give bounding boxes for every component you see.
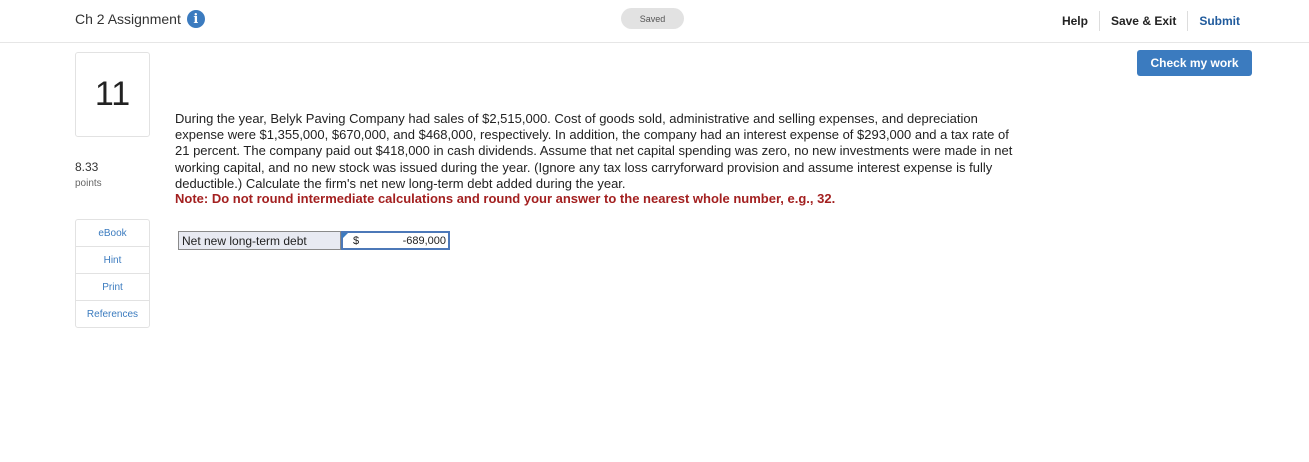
resources-list: eBook Hint Print References xyxy=(75,219,150,328)
answer-value[interactable]: -689,000 xyxy=(367,235,449,247)
ebook-link[interactable]: eBook xyxy=(76,220,149,247)
points-value: 8.33 xyxy=(75,160,99,174)
check-my-work-button[interactable]: Check my work xyxy=(1137,50,1252,76)
submit-link[interactable]: Submit xyxy=(1188,14,1251,28)
print-link[interactable]: Print xyxy=(76,274,149,301)
saved-status-badge: Saved xyxy=(621,8,684,29)
question-note: Note: Do not round intermediate calculat… xyxy=(175,191,836,206)
answer-row: Net new long-term debt $ -689,000 xyxy=(178,231,450,250)
help-link[interactable]: Help xyxy=(1051,14,1099,28)
question-text: During the year, Belyk Paving Company ha… xyxy=(175,111,1013,191)
assignment-header: Ch 2 Assignment i xyxy=(75,10,205,28)
save-exit-link[interactable]: Save & Exit xyxy=(1100,14,1187,28)
info-icon[interactable]: i xyxy=(186,10,205,28)
points-label: points xyxy=(75,178,102,189)
top-bar: Ch 2 Assignment i Saved Help Save & Exit… xyxy=(0,0,1309,43)
question-number: 11 xyxy=(75,52,150,137)
answer-input[interactable]: $ -689,000 xyxy=(341,231,450,250)
flag-icon xyxy=(342,233,348,239)
assignment-title: Ch 2 Assignment xyxy=(75,11,181,27)
top-nav-links: Help Save & Exit Submit xyxy=(1051,11,1251,31)
answer-label: Net new long-term debt xyxy=(178,231,341,250)
references-link[interactable]: References xyxy=(76,301,149,327)
hint-link[interactable]: Hint xyxy=(76,247,149,274)
